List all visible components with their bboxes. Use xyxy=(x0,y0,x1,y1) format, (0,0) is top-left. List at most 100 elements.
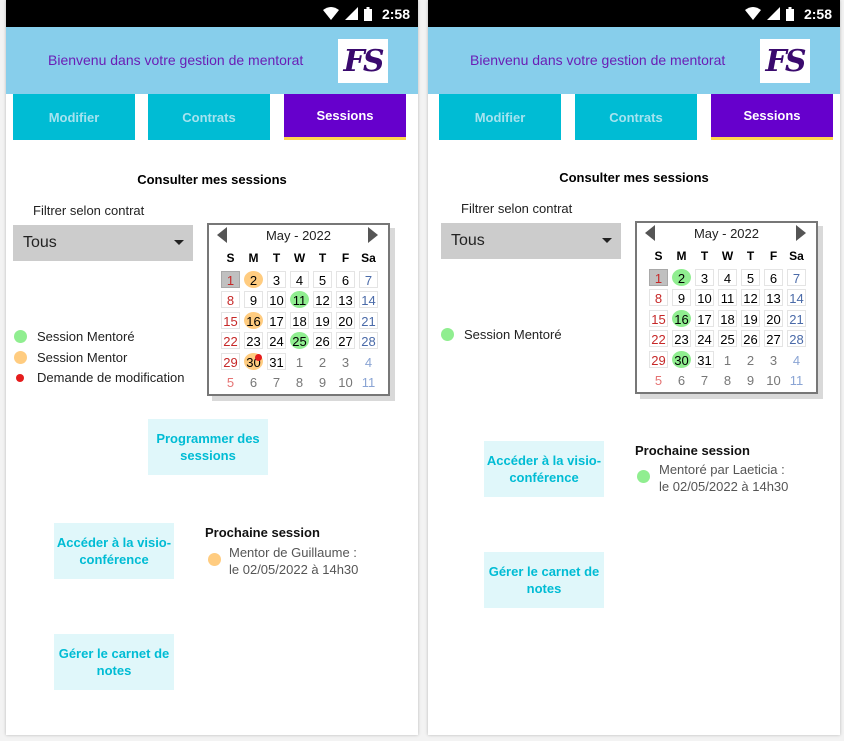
calendar-day-cell[interactable]: 25 xyxy=(290,332,309,349)
calendar-day-cell[interactable]: 10 xyxy=(764,371,783,388)
calendar-day-cell[interactable]: 19 xyxy=(313,311,332,329)
calendar-day-cell[interactable]: 9 xyxy=(672,289,691,306)
visio-conference-button[interactable]: Accéder à la visio-conférence xyxy=(54,523,174,579)
next-month-icon[interactable] xyxy=(368,227,378,243)
calendar-day-cell[interactable]: 5 xyxy=(221,373,240,390)
calendar-day-cell[interactable]: 1 xyxy=(221,270,240,288)
calendar-day-cell[interactable]: 10 xyxy=(695,289,714,306)
calendar-day-cell[interactable]: 31 xyxy=(267,352,286,370)
calendar-day-cell[interactable]: 7 xyxy=(267,373,286,390)
calendar-day-cell[interactable]: 17 xyxy=(695,309,714,327)
calendar-day-cell[interactable]: 7 xyxy=(787,268,806,286)
calendar-day-cell[interactable]: 10 xyxy=(267,291,286,308)
calendar-day-cell[interactable]: 18 xyxy=(718,309,737,327)
calendar-day-cell[interactable]: 4 xyxy=(718,268,737,286)
calendar-day-cell[interactable]: 29 xyxy=(221,352,240,370)
status-time: 2:58 xyxy=(381,5,410,22)
calendar-day-cell[interactable]: 30 xyxy=(672,350,691,368)
calendar-day-cell[interactable]: 11 xyxy=(290,291,309,308)
calendar-day-cell[interactable]: 22 xyxy=(649,330,668,347)
calendar-day-cell[interactable]: 22 xyxy=(221,332,240,349)
calendar-day-cell[interactable]: 20 xyxy=(764,309,783,327)
calendar-day-cell[interactable]: 20 xyxy=(336,311,355,329)
contract-filter-select[interactable]: Tous xyxy=(13,225,193,261)
tab-sessions[interactable]: Sessions xyxy=(711,94,833,140)
contract-filter-select[interactable]: Tous xyxy=(441,223,621,259)
calendar-day-cell[interactable]: 13 xyxy=(336,291,355,308)
calendar-day-cell[interactable]: 2 xyxy=(244,270,263,288)
calendar-day-cell[interactable]: 6 xyxy=(336,270,355,288)
calendar-day-cell[interactable]: 11 xyxy=(787,371,806,388)
calendar-day-cell[interactable]: 8 xyxy=(290,373,309,390)
calendar-day-cell[interactable]: 30 xyxy=(244,352,263,370)
tab-contrats[interactable]: Contrats xyxy=(575,94,697,140)
calendar-day-cell[interactable]: 6 xyxy=(672,371,691,388)
calendar-day-cell[interactable]: 5 xyxy=(313,270,332,288)
calendar-day-cell[interactable]: 9 xyxy=(244,291,263,308)
calendar-day-cell[interactable]: 8 xyxy=(718,371,737,388)
calendar-day-cell[interactable]: 1 xyxy=(649,268,668,286)
calendar-day-cell[interactable]: 3 xyxy=(267,270,286,288)
calendar-day-cell[interactable]: 19 xyxy=(741,309,760,327)
next-month-icon[interactable] xyxy=(796,225,806,241)
calendar-day-cell[interactable]: 27 xyxy=(764,330,783,347)
calendar-day-cell[interactable]: 11 xyxy=(718,289,737,306)
visio-conference-button[interactable]: Accéder à la visio-conférence xyxy=(484,441,604,497)
program-sessions-button[interactable]: Programmer des sessions xyxy=(148,419,268,475)
calendar-day-cell[interactable]: 28 xyxy=(359,332,378,349)
calendar-day-cell[interactable]: 15 xyxy=(649,309,668,327)
calendar-day-cell[interactable]: 24 xyxy=(267,332,286,349)
calendar-day-cell[interactable]: 23 xyxy=(672,330,691,347)
calendar-day-cell[interactable]: 17 xyxy=(267,311,286,329)
calendar-day-cell[interactable]: 2 xyxy=(741,351,760,368)
calendar-day-cell[interactable]: 25 xyxy=(718,330,737,347)
calendar-day-cell[interactable]: 2 xyxy=(313,353,332,370)
calendar-day-cell[interactable]: 6 xyxy=(244,373,263,390)
calendar-day-cell[interactable]: 4 xyxy=(787,351,806,368)
calendar-day-cell[interactable]: 9 xyxy=(741,371,760,388)
calendar-day-cell[interactable]: 3 xyxy=(764,351,783,368)
tab-sessions[interactable]: Sessions xyxy=(284,94,406,140)
calendar-day-cell[interactable]: 4 xyxy=(290,270,309,288)
tab-contrats[interactable]: Contrats xyxy=(148,94,270,140)
calendar-day-cell[interactable]: 4 xyxy=(359,353,378,370)
notes-button[interactable]: Gérer le carnet de notes xyxy=(484,552,604,608)
calendar-day-cell[interactable]: 3 xyxy=(336,353,355,370)
calendar-day-cell[interactable]: 1 xyxy=(290,353,309,370)
calendar-day-cell[interactable]: 15 xyxy=(221,311,240,329)
calendar-day-cell[interactable]: 2 xyxy=(672,268,691,286)
calendar-day-cell[interactable]: 24 xyxy=(695,330,714,347)
calendar-day-cell[interactable]: 16 xyxy=(244,311,263,329)
calendar-day-cell[interactable]: 5 xyxy=(741,268,760,286)
calendar-day-cell[interactable]: 12 xyxy=(313,291,332,308)
calendar-day-cell[interactable]: 21 xyxy=(787,309,806,327)
calendar-day-cell[interactable]: 10 xyxy=(336,373,355,390)
calendar-day-cell[interactable]: 7 xyxy=(695,371,714,388)
calendar-day-cell[interactable]: 6 xyxy=(764,268,783,286)
calendar-day-cell[interactable]: 13 xyxy=(764,289,783,306)
calendar-day-cell[interactable]: 21 xyxy=(359,311,378,329)
calendar-day-cell[interactable]: 14 xyxy=(787,289,806,306)
calendar-day-cell[interactable]: 16 xyxy=(672,309,691,327)
calendar-day-cell[interactable]: 14 xyxy=(359,291,378,308)
calendar-day-cell[interactable]: 23 xyxy=(244,332,263,349)
calendar-day-cell[interactable]: 26 xyxy=(313,332,332,349)
calendar-day-cell[interactable]: 26 xyxy=(741,330,760,347)
tab-modifier[interactable]: Modifier xyxy=(13,94,135,140)
calendar-day-cell[interactable]: 7 xyxy=(359,270,378,288)
calendar-day-cell[interactable]: 18 xyxy=(290,311,309,329)
calendar-day-cell[interactable]: 8 xyxy=(221,291,240,308)
calendar-day-cell[interactable]: 1 xyxy=(718,351,737,368)
calendar-day-cell[interactable]: 9 xyxy=(313,373,332,390)
calendar-day-cell[interactable]: 12 xyxy=(741,289,760,306)
tab-modifier[interactable]: Modifier xyxy=(439,94,561,140)
calendar-day-cell[interactable]: 5 xyxy=(649,371,668,388)
calendar-day-cell[interactable]: 11 xyxy=(359,373,378,390)
calendar-day-cell[interactable]: 8 xyxy=(649,289,668,306)
notes-button[interactable]: Gérer le carnet de notes xyxy=(54,634,174,690)
calendar-day-cell[interactable]: 27 xyxy=(336,332,355,349)
calendar-day-cell[interactable]: 29 xyxy=(649,350,668,368)
calendar-day-cell[interactable]: 28 xyxy=(787,330,806,347)
calendar-day-cell[interactable]: 31 xyxy=(695,350,714,368)
calendar-day-cell[interactable]: 3 xyxy=(695,268,714,286)
